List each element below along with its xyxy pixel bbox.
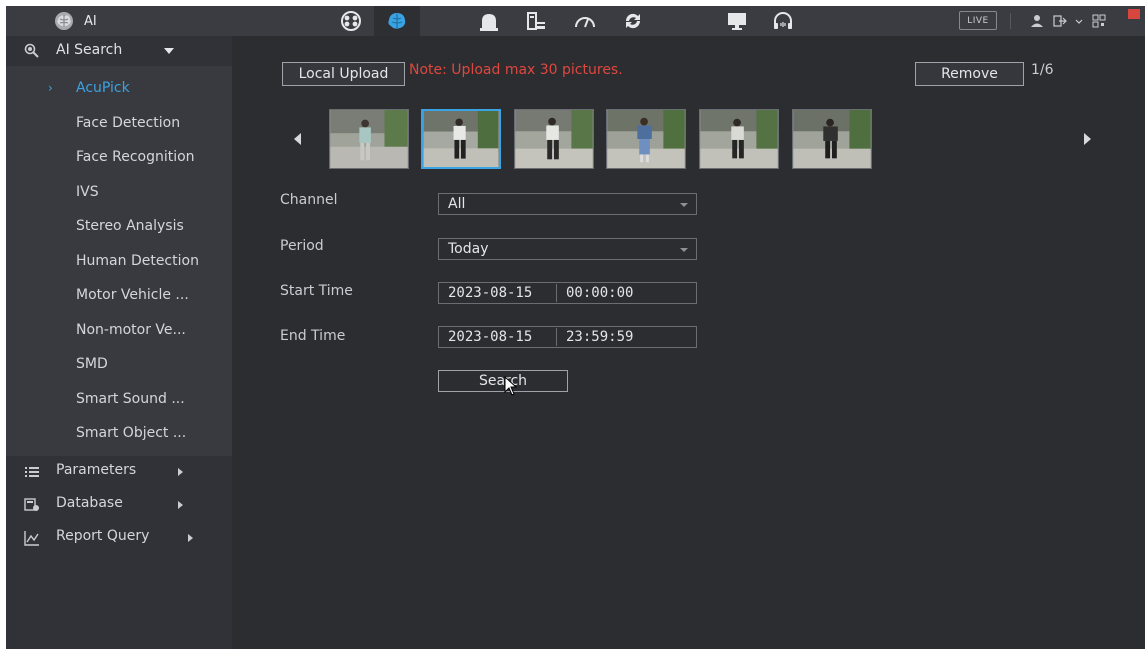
main-panel: Local Upload Note: Upload max 30 picture… [232, 36, 1145, 649]
headset-icon [774, 12, 792, 29]
period-value: Today [448, 241, 489, 257]
sidebar-section-ai-search[interactable]: AI Search [6, 36, 232, 66]
search-ai-icon [24, 43, 39, 58]
window-button[interactable] [1127, 8, 1141, 20]
caret-right-icon [178, 501, 183, 509]
sidebar-item-non-motor-vehicle[interactable]: Non-motor Ve... [6, 315, 232, 349]
chevron-down-icon [1075, 19, 1083, 24]
period-label: Period [280, 238, 324, 254]
person-thumbnail-image [330, 110, 408, 168]
chevron-right-icon: › [48, 81, 53, 95]
sidebar: AI Search › AcuPick Face Detection Face … [6, 36, 232, 649]
ai-brain-icon [388, 13, 406, 29]
caret-down-icon [164, 48, 174, 54]
camera-grid-icon [341, 11, 361, 31]
dropdown-button[interactable] [1070, 12, 1088, 30]
live-button[interactable]: LIVE [959, 11, 997, 30]
app-brand[interactable]: AI [52, 10, 97, 32]
speedometer-icon [575, 17, 595, 28]
prev-arrow-icon[interactable] [294, 133, 301, 145]
person-thumbnail-image [793, 110, 871, 168]
thumbnail[interactable] [329, 109, 409, 169]
thumbnail[interactable] [792, 109, 872, 169]
caret-right-icon [178, 468, 183, 476]
sidebar-item-smart-object[interactable]: Smart Object ... [6, 418, 232, 452]
app-label: AI [84, 13, 97, 29]
person-thumbnail-image [423, 111, 499, 167]
qr-code-icon [1092, 14, 1106, 28]
section-title: AI Search [56, 42, 123, 58]
channel-select[interactable]: All [438, 193, 697, 215]
field-divider [556, 328, 557, 346]
sidebar-item-human-detection[interactable]: Human Detection [6, 246, 232, 280]
refresh-icon [625, 13, 641, 29]
end-time-label: End Time [280, 328, 346, 344]
sidebar-item-stereo-analysis[interactable]: Stereo Analysis [6, 211, 232, 245]
top-bar: AI LIVE [6, 6, 1145, 36]
end-time-field[interactable]: 2023-08-15 23:59:59 [438, 326, 697, 348]
sidebar-item-ivs[interactable]: IVS [6, 177, 232, 211]
database-icon [24, 498, 39, 511]
sidebar-item-motor-vehicle[interactable]: Motor Vehicle ... [6, 280, 232, 314]
person-thumbnail-image [607, 110, 685, 168]
sidebar-item-database[interactable]: Database [6, 489, 232, 521]
nvr-screen: AI LIVE AI Search › AcuPick Face Detecti… [6, 6, 1145, 649]
sidebar-item-smart-sound[interactable]: Smart Sound ... [6, 384, 232, 418]
tab-ai[interactable] [374, 6, 420, 36]
end-date-value[interactable]: 2023-08-15 [448, 329, 532, 345]
user-icon [1031, 15, 1043, 27]
thumbnail-selected[interactable] [421, 109, 501, 169]
sidebar-item-parameters[interactable]: Parameters [6, 456, 232, 488]
qr-button[interactable] [1090, 12, 1108, 30]
monitor-icon [728, 13, 746, 30]
start-date-value[interactable]: 2023-08-15 [448, 285, 532, 301]
mouse-cursor-icon [504, 376, 518, 396]
caret-right-icon [188, 534, 193, 542]
storage-icon [527, 12, 545, 30]
tab-alarm[interactable] [466, 6, 512, 36]
thumbnail[interactable] [606, 109, 686, 169]
thumbnail[interactable] [699, 109, 779, 169]
dropdown-arrow-icon [680, 248, 688, 252]
channel-value: All [448, 196, 466, 212]
person-thumbnail-image [515, 110, 593, 168]
tab-live-view[interactable] [328, 6, 374, 36]
dropdown-arrow-icon [680, 203, 688, 207]
field-divider [556, 284, 557, 302]
user-button[interactable] [1028, 12, 1046, 30]
window-icon [1128, 9, 1140, 19]
ai-brain-icon [55, 12, 73, 30]
logout-icon [1053, 15, 1067, 27]
upload-note: Note: Upload max 30 pictures. [409, 62, 623, 78]
sidebar-item-acupick[interactable]: › AcuPick [6, 73, 232, 107]
tab-backup[interactable] [610, 6, 656, 36]
thumbnail[interactable] [514, 109, 594, 169]
sidebar-item-report-query[interactable]: Report Query [6, 522, 232, 554]
next-arrow-icon[interactable] [1084, 133, 1091, 145]
person-thumbnail-image [700, 110, 778, 168]
start-time-label: Start Time [280, 283, 353, 299]
end-time-value[interactable]: 23:59:59 [566, 329, 633, 345]
list-icon [25, 467, 39, 477]
chart-icon [24, 531, 39, 546]
bell-alarm-icon [480, 14, 498, 31]
tab-display[interactable] [714, 6, 760, 36]
start-time-field[interactable]: 2023-08-15 00:00:00 [438, 282, 697, 304]
period-select[interactable]: Today [438, 238, 697, 260]
search-button[interactable]: Search [438, 370, 568, 392]
sidebar-item-smd[interactable]: SMD [6, 349, 232, 383]
start-time-value[interactable]: 00:00:00 [566, 285, 633, 301]
page-indicator: 1/6 [1031, 62, 1054, 78]
sidebar-item-face-recognition[interactable]: Face Recognition [6, 142, 232, 176]
tab-performance[interactable] [562, 6, 608, 36]
remove-button[interactable]: Remove [915, 62, 1024, 86]
divider [1010, 13, 1011, 29]
sidebar-item-face-detection[interactable]: Face Detection [6, 108, 232, 142]
channel-label: Channel [280, 192, 338, 208]
tab-storage[interactable] [513, 6, 559, 36]
logout-button[interactable] [1051, 12, 1069, 30]
local-upload-button[interactable]: Local Upload [282, 62, 405, 86]
tab-audio[interactable] [760, 6, 806, 36]
